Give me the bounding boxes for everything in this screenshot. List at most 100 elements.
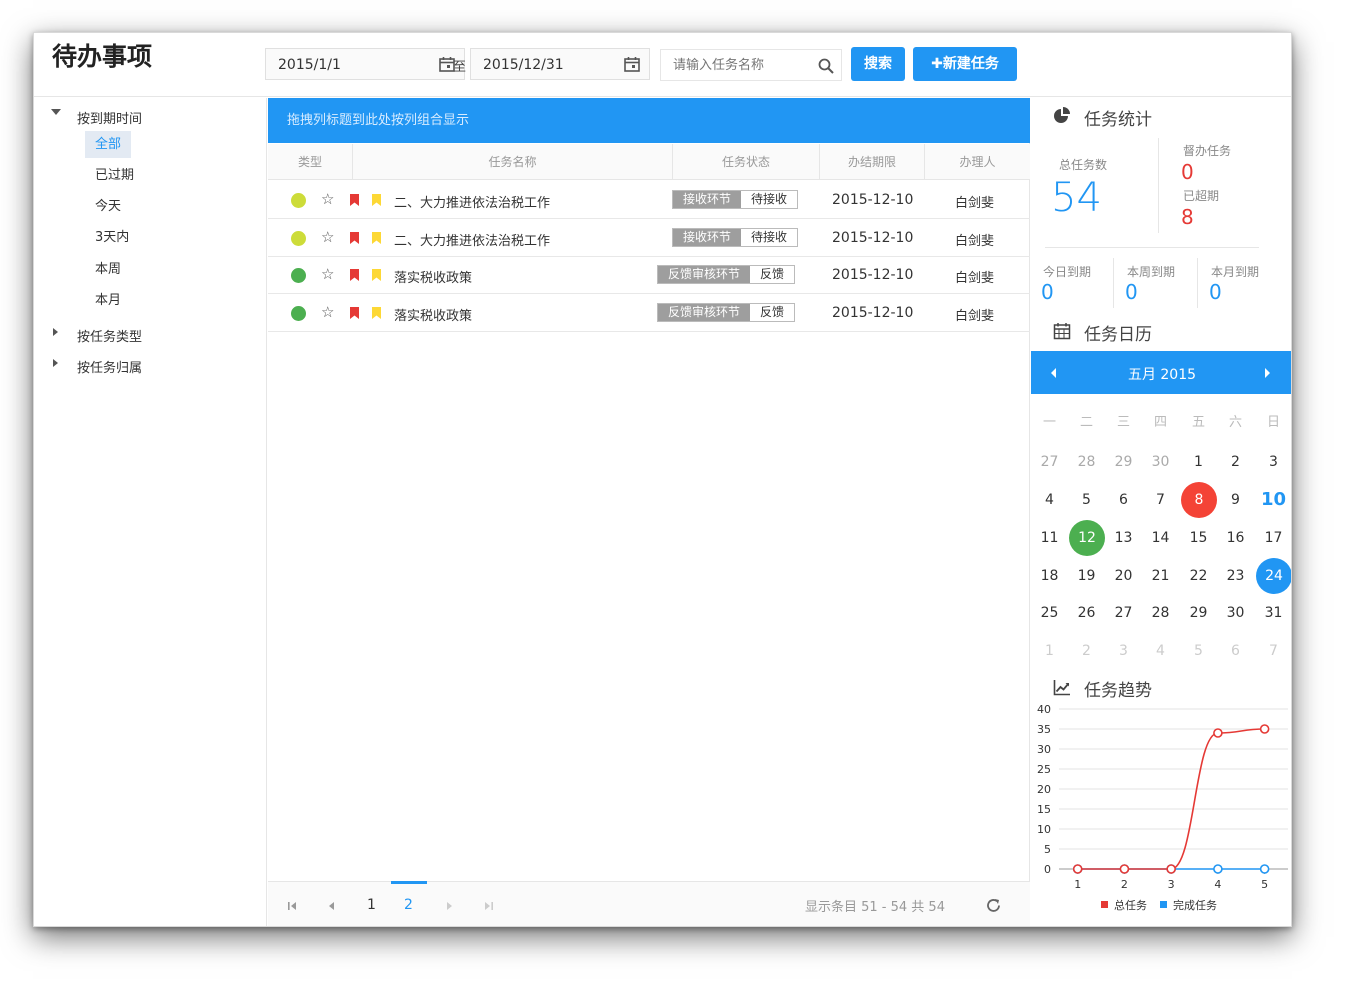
calendar-day[interactable]: 19 — [1068, 561, 1105, 591]
calendar-day[interactable]: 9 — [1217, 485, 1254, 515]
first-page-icon[interactable] — [287, 901, 297, 911]
calendar-day[interactable]: 1 — [1031, 636, 1068, 666]
calendar-day[interactable]: 27 — [1105, 598, 1142, 628]
calendar-day[interactable]: 26 — [1068, 598, 1105, 628]
calendar-day[interactable]: 28 — [1068, 447, 1105, 477]
calendar-day[interactable]: 5 — [1180, 636, 1217, 666]
calendar-day[interactable]: 14 — [1142, 523, 1179, 553]
calendar-weekday: 二 — [1079, 415, 1093, 430]
calendar-day[interactable]: 25 — [1031, 598, 1068, 628]
page-1-button[interactable]: 1 — [367, 897, 376, 913]
calendar-day[interactable]: 3 — [1105, 636, 1142, 666]
table-row[interactable]: ☆ 落实税收政策 反馈审核环节 反馈 2015-12-10 白剑斐 — [268, 256, 1030, 294]
task-name[interactable]: 落实税收政策 — [394, 305, 472, 324]
search-button[interactable]: 搜索 — [851, 47, 905, 81]
tree-group-due-time[interactable]: 按到期时间 — [34, 101, 267, 129]
calendar-day[interactable]: 4 — [1142, 636, 1179, 666]
calendar-day[interactable]: 13 — [1105, 523, 1142, 553]
tree-item-all[interactable]: 全部 — [85, 131, 132, 158]
calendar-day[interactable]: 20 — [1105, 561, 1142, 591]
calendar-day[interactable]: 4 — [1031, 485, 1068, 515]
calendar-day[interactable]: 30 — [1217, 598, 1254, 628]
calendar-day[interactable]: 2 — [1217, 447, 1254, 477]
calendar-day[interactable]: 7 — [1142, 485, 1179, 515]
calendar-day[interactable]: 12 — [1068, 520, 1105, 556]
column-header-name[interactable]: 任务名称 — [353, 144, 673, 180]
task-deadline: 2015-12-10 — [832, 305, 914, 321]
prev-page-icon[interactable] — [327, 901, 337, 911]
tree-item-this-week[interactable]: 本周 — [85, 256, 131, 283]
calendar-day[interactable]: 6 — [1217, 636, 1254, 666]
chevron-right-icon[interactable] — [53, 328, 58, 336]
column-header-type[interactable]: 类型 — [268, 144, 353, 180]
start-date-input[interactable]: 2015/1/1 — [265, 48, 465, 80]
calendar-day[interactable]: 22 — [1180, 561, 1217, 591]
calendar-weekday: 六 — [1228, 415, 1242, 430]
total-tasks-label: 总任务数 — [1059, 158, 1108, 172]
calendar-day[interactable]: 23 — [1217, 561, 1254, 591]
calendar-day[interactable]: 10 — [1255, 485, 1291, 515]
calendar-day[interactable]: 21 — [1142, 561, 1179, 591]
new-task-button[interactable]: ✚新建任务 — [913, 47, 1017, 81]
table-row[interactable]: ☆ 落实税收政策 反馈审核环节 反馈 2015-12-10 白剑斐 — [268, 294, 1030, 332]
calendar-day[interactable]: 17 — [1255, 523, 1291, 553]
y-tick-label: 5 — [1044, 843, 1051, 856]
calendar-day[interactable]: 3 — [1255, 447, 1291, 477]
star-icon[interactable]: ☆ — [321, 265, 334, 283]
table-row[interactable]: ☆ 二、大力推进依法治税工作 接收环节 待接收 2015-12-10 白剑斐 — [268, 181, 1030, 219]
calendar-day[interactable]: 7 — [1255, 636, 1291, 666]
tree-group-task-owner[interactable]: 按任务归属 — [34, 350, 267, 378]
calendar-day[interactable]: 8 — [1180, 482, 1217, 518]
flag-icon — [350, 269, 359, 281]
column-header-owner[interactable]: 办理人 — [925, 144, 1030, 180]
tree-item-this-month[interactable]: 本月 — [85, 287, 131, 314]
toolbar: 待办事项 2015/1/1 至 2015/12/31 请输入任务名称 搜索 ✚新… — [34, 33, 1291, 97]
calendar-day[interactable]: 29 — [1105, 447, 1142, 477]
app-window: 待办事项 2015/1/1 至 2015/12/31 请输入任务名称 搜索 ✚新… — [33, 32, 1292, 927]
calendar-day[interactable]: 5 — [1068, 485, 1105, 515]
calendar-day[interactable]: 2 — [1068, 636, 1105, 666]
column-header-status[interactable]: 任务状态 — [673, 144, 820, 180]
search-icon[interactable] — [817, 57, 835, 75]
calendar-day[interactable]: 30 — [1142, 447, 1179, 477]
chevron-down-icon[interactable] — [51, 109, 61, 115]
tree-item-today[interactable]: 今天 — [85, 193, 131, 220]
star-icon[interactable]: ☆ — [321, 190, 334, 208]
last-page-icon[interactable] — [484, 901, 494, 911]
end-date-input[interactable]: 2015/12/31 — [470, 48, 650, 80]
calendar-day[interactable]: 16 — [1217, 523, 1254, 553]
refresh-icon[interactable] — [985, 897, 1002, 914]
tree-item-overdue[interactable]: 已过期 — [85, 162, 144, 189]
group-drop-area[interactable]: 拖拽列标题到此处按列组合显示 — [268, 98, 1030, 143]
star-icon[interactable]: ☆ — [321, 228, 334, 246]
calendar-weekday: 三 — [1116, 415, 1130, 430]
column-header-deadline[interactable]: 办结期限 — [820, 144, 925, 180]
table-row[interactable]: ☆ 二、大力推进依法治税工作 接收环节 待接收 2015-12-10 白剑斐 — [268, 219, 1030, 257]
task-name[interactable]: 落实税收政策 — [394, 267, 472, 286]
chevron-right-icon[interactable] — [53, 359, 58, 367]
calendar-icon[interactable] — [623, 55, 641, 73]
calendar-day[interactable]: 11 — [1031, 523, 1068, 553]
calendar-day[interactable]: 1 — [1180, 447, 1217, 477]
data-point — [1213, 728, 1223, 738]
calendar-day[interactable]: 27 — [1031, 447, 1068, 477]
calendar-day[interactable]: 15 — [1180, 523, 1217, 553]
tree-group-task-type[interactable]: 按任务类型 — [34, 319, 267, 347]
pagination: 1 2 显示条目 51 - 54 共 54 — [268, 881, 1030, 926]
task-name[interactable]: 二、大力推进依法治税工作 — [394, 192, 550, 211]
calendar-day[interactable]: 28 — [1142, 598, 1179, 628]
calendar-day[interactable]: 31 — [1255, 598, 1291, 628]
tree-item-3days[interactable]: 3天内 — [85, 224, 139, 251]
task-deadline: 2015-12-10 — [832, 192, 914, 208]
next-month-icon[interactable] — [1265, 368, 1270, 378]
calendar-month[interactable]: 五月 2015 — [1031, 364, 1291, 384]
star-icon[interactable]: ☆ — [321, 303, 334, 321]
calendar-day[interactable]: 24 — [1255, 558, 1291, 594]
search-input[interactable] — [661, 50, 811, 80]
calendar-day[interactable]: 18 — [1031, 561, 1068, 591]
calendar-day[interactable]: 29 — [1180, 598, 1217, 628]
task-name[interactable]: 二、大力推进依法治税工作 — [394, 230, 550, 249]
page-2-button[interactable]: 2 — [404, 897, 413, 913]
next-page-icon[interactable] — [444, 901, 454, 911]
calendar-day[interactable]: 6 — [1105, 485, 1142, 515]
